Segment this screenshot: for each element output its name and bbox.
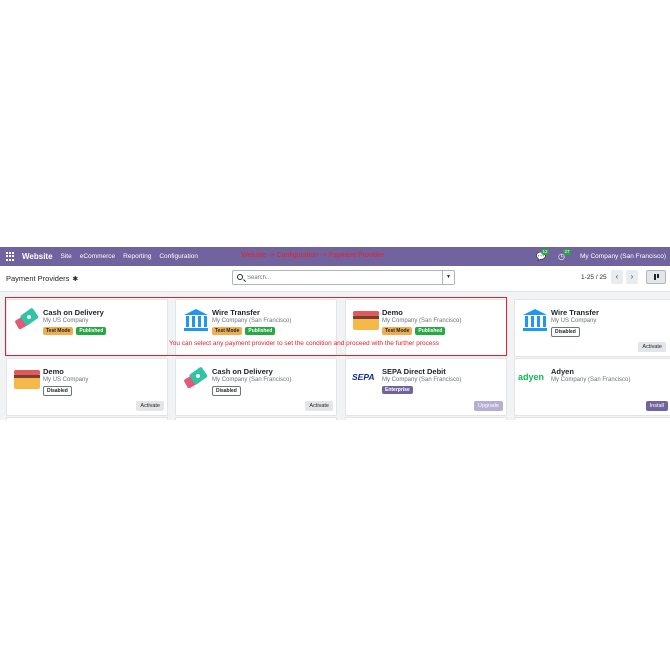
card-company: My US Company	[43, 377, 89, 383]
activate-button[interactable]: Activate	[136, 401, 164, 411]
activity-count-badge: 27	[563, 248, 572, 255]
nav-item-configuration[interactable]: Configuration	[159, 253, 198, 260]
install-button[interactable]: Install	[645, 401, 668, 411]
instruction-annotation: You can select any payment provider to s…	[169, 340, 440, 347]
provider-card-demo-us[interactable]: Demo My US Company Disabled Activate	[6, 358, 168, 416]
upgrade-button[interactable]: Upgrade	[473, 401, 503, 411]
sepa-logo: SEPA	[352, 372, 380, 396]
nav-item-ecommerce[interactable]: eCommerce	[80, 253, 115, 260]
pager-value[interactable]: 1-25 / 25	[581, 274, 607, 281]
card-tags: Disabled	[551, 327, 580, 337]
navbar-systray: 💬 12 ◷ 27 My Company (San Francisco)	[536, 247, 666, 266]
company-switcher[interactable]: My Company (San Francisco)	[580, 253, 666, 260]
activate-button[interactable]: Activate	[305, 401, 333, 411]
enterprise-badge: Enterprise	[382, 386, 413, 394]
disabled-badge: Disabled	[551, 327, 580, 337]
navigation-annotation: Website -> Configuration -> Payment Prov…	[241, 252, 385, 259]
card-name: Cash on Delivery	[212, 367, 273, 376]
provider-card-sepa[interactable]: SEPA SEPA Direct Debit My Company (San F…	[345, 358, 507, 416]
pager-next-button[interactable]: ›	[626, 270, 638, 284]
odoo-window: Website Site eCommerce Reporting Configu…	[0, 247, 670, 420]
top-navbar: Website Site eCommerce Reporting Configu…	[0, 247, 670, 266]
provider-card-adyen[interactable]: adyen Adyen My Company (San Francisco) I…	[514, 358, 670, 416]
card-company: My Company (San Francisco)	[212, 377, 292, 383]
sepa-logo-text: SEPA	[352, 372, 375, 382]
activate-button[interactable]: Activate	[638, 342, 666, 352]
card-name: Demo	[43, 367, 64, 376]
card-name: Adyen	[551, 367, 574, 376]
screenshot-stage: Website Site eCommerce Reporting Configu…	[0, 0, 670, 670]
search-icon	[237, 274, 243, 280]
nav-item-reporting[interactable]: Reporting	[123, 253, 151, 260]
chat-button[interactable]: 💬 12	[536, 248, 550, 262]
activity-button[interactable]: ◷ 27	[558, 248, 572, 262]
card-company: My Company (San Francisco)	[382, 377, 462, 383]
card-name: SEPA Direct Debit	[382, 367, 446, 376]
page-title-text: Payment Providers	[6, 274, 70, 283]
disabled-badge: Disabled	[43, 386, 72, 396]
gear-icon[interactable]: ✱	[72, 276, 78, 283]
page-title: Payment Providers ✱	[6, 274, 78, 283]
provider-card-wire-transfer-us[interactable]: Wire Transfer My US Company Disabled Act…	[514, 299, 670, 357]
card-name: Wire Transfer	[551, 308, 599, 317]
highlight-box	[5, 297, 507, 356]
card-tags: Disabled	[212, 386, 241, 396]
card-tags: Disabled	[43, 386, 72, 396]
bank-icon	[523, 309, 547, 331]
card-peek	[514, 417, 670, 420]
card-peek	[345, 417, 507, 420]
adyen-logo: adyen	[518, 372, 546, 396]
card-company: My Company (San Francisco)	[551, 377, 631, 383]
search-dropdown-toggle[interactable]: ▼	[442, 271, 454, 284]
app-brand[interactable]: Website	[22, 252, 53, 261]
nav-item-site[interactable]: Site	[61, 253, 72, 260]
kanban-view-button[interactable]	[646, 270, 666, 284]
adyen-logo-text: adyen	[518, 372, 545, 382]
cash-on-delivery-logo-icon	[184, 367, 208, 389]
card-company: My US Company	[551, 318, 597, 324]
card-peek	[175, 417, 337, 420]
card-tags: Enterprise	[382, 386, 413, 394]
apps-menu-icon[interactable]	[6, 251, 16, 262]
search-box: ▼	[232, 270, 455, 285]
control-panel: Payment Providers✱ ▼ 1-25 / 25 ‹ ›	[0, 266, 670, 292]
chat-count-badge: 12	[541, 248, 550, 255]
card-peek	[6, 417, 168, 420]
search-input[interactable]	[247, 272, 437, 283]
provider-card-cash-on-delivery-sf[interactable]: Cash on Delivery My Company (San Francis…	[175, 358, 337, 416]
disabled-badge: Disabled	[212, 386, 241, 396]
pager-previous-button[interactable]: ‹	[611, 270, 623, 284]
credit-card-icon	[14, 370, 40, 389]
